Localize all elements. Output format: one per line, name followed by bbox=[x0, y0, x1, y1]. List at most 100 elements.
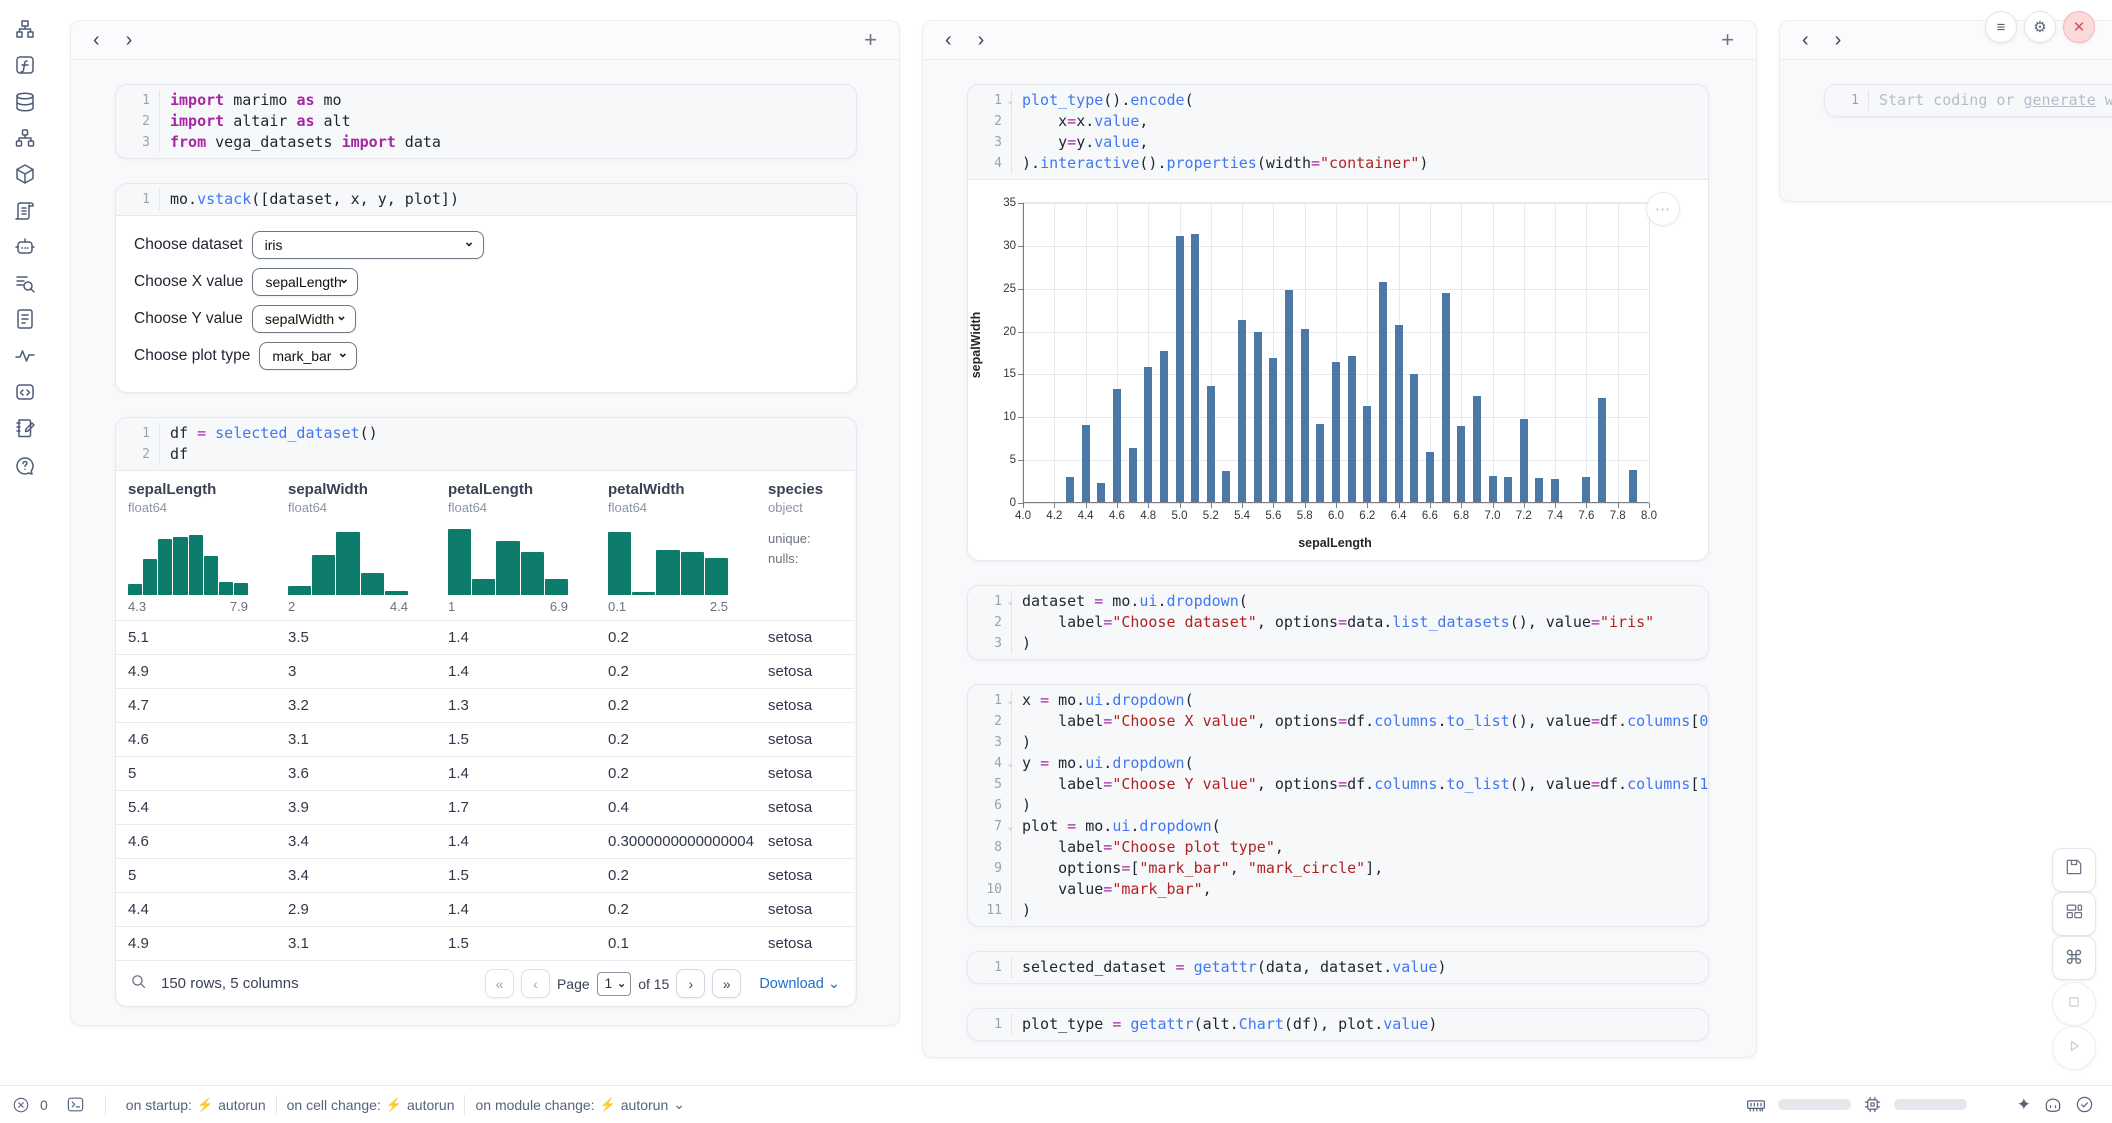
generate-with-ai-link[interactable]: generate bbox=[2024, 91, 2096, 109]
fold-chevron-icon[interactable]: ⌄ bbox=[1008, 817, 1013, 838]
dropdown-select[interactable]: sepalWidth⌄ bbox=[252, 305, 356, 333]
chart-bar[interactable] bbox=[1457, 426, 1465, 503]
chart-bar[interactable] bbox=[1113, 389, 1121, 503]
add-column-button[interactable]: + bbox=[1721, 29, 1734, 51]
table-row[interactable]: 5.13.51.40.2setosa bbox=[116, 620, 854, 654]
chart-bar[interactable] bbox=[1582, 477, 1590, 503]
chart-bar[interactable] bbox=[1410, 374, 1418, 503]
first-page-button[interactable]: « bbox=[485, 969, 514, 998]
sidebar-dependency-graph-icon[interactable] bbox=[12, 125, 38, 151]
chart-bar[interactable] bbox=[1238, 320, 1246, 503]
column-header[interactable]: sepalLengthfloat644.37.9 bbox=[116, 471, 276, 620]
runtime-config-item[interactable]: on module change:⚡autorun⌄ bbox=[475, 1096, 685, 1113]
code-editor-placeholder[interactable]: Start coding or generate with bbox=[1868, 90, 2112, 111]
dropdown-select[interactable]: mark_bar⌄ bbox=[259, 342, 357, 370]
collapse-left-icon[interactable]: ‹ bbox=[93, 30, 100, 50]
chart-plot-area[interactable]: 051015202530354.04.24.44.64.85.05.25.45.… bbox=[1022, 202, 1650, 504]
chart-bar[interactable] bbox=[1066, 477, 1074, 503]
chart-bar[interactable] bbox=[1129, 448, 1137, 503]
table-row[interactable]: 5.43.91.70.4setosa bbox=[116, 790, 854, 824]
sidebar-packages-icon[interactable] bbox=[12, 161, 38, 187]
chart-bar[interactable] bbox=[1222, 471, 1230, 503]
settings-button[interactable]: ⚙ bbox=[2024, 11, 2056, 43]
sidebar-variables-icon[interactable] bbox=[12, 343, 38, 369]
table-row[interactable]: 4.93.11.50.1setosa bbox=[116, 926, 854, 960]
chart-bar[interactable] bbox=[1395, 325, 1403, 503]
search-icon[interactable] bbox=[130, 973, 147, 995]
table-row[interactable]: 4.63.11.50.2setosa bbox=[116, 722, 854, 756]
sidebar-snippets-icon[interactable] bbox=[12, 379, 38, 405]
code-editor[interactable]: 1selected_dataset = getattr(data, datase… bbox=[968, 952, 1708, 983]
sidebar-scratchpad-icon[interactable] bbox=[12, 415, 38, 441]
shutdown-button[interactable]: ✕ bbox=[2063, 11, 2095, 43]
page-select[interactable]: 1⌄ bbox=[597, 972, 632, 996]
sidebar-errors-icon[interactable] bbox=[12, 270, 38, 296]
fold-chevron-icon[interactable]: ⌄ bbox=[1008, 754, 1013, 775]
sidebar-chat-icon[interactable] bbox=[12, 234, 38, 260]
chart-bar[interactable] bbox=[1598, 398, 1606, 503]
code-editor[interactable]: 1⌄plot_type().encode(2 x=x.value,3 y=y.v… bbox=[968, 85, 1708, 179]
save-button[interactable] bbox=[2052, 848, 2096, 892]
chart-bar[interactable] bbox=[1254, 332, 1262, 503]
runtime-config-item[interactable]: on cell change:⚡autorun bbox=[287, 1097, 455, 1113]
chart-bar[interactable] bbox=[1504, 477, 1512, 503]
connection-status-icon[interactable] bbox=[2075, 1095, 2094, 1114]
fold-chevron-icon[interactable]: ⌄ bbox=[1008, 91, 1013, 112]
chart-bar[interactable] bbox=[1426, 452, 1434, 503]
chart-bar[interactable] bbox=[1160, 351, 1168, 503]
fold-chevron-icon[interactable]: ⌄ bbox=[1008, 691, 1013, 712]
chart-bar[interactable] bbox=[1207, 386, 1215, 503]
table-row[interactable]: 4.73.21.30.2setosa bbox=[116, 688, 854, 722]
prev-page-button[interactable]: ‹ bbox=[521, 969, 550, 998]
errors-indicator[interactable] bbox=[12, 1096, 30, 1114]
table-row[interactable]: 4.931.40.2setosa bbox=[116, 654, 854, 688]
stop-button[interactable] bbox=[2052, 982, 2096, 1026]
sidebar-datasources-icon[interactable] bbox=[12, 89, 38, 115]
column-header[interactable]: sepalWidthfloat6424.4 bbox=[276, 471, 436, 620]
chart-bar[interactable] bbox=[1379, 282, 1387, 503]
chart-bar[interactable] bbox=[1285, 290, 1293, 503]
run-button[interactable] bbox=[2052, 1026, 2096, 1070]
layout-button[interactable] bbox=[2052, 892, 2096, 936]
chart-actions-button[interactable]: ⋯ bbox=[1646, 192, 1680, 226]
collapse-left-icon[interactable]: ‹ bbox=[945, 30, 952, 50]
ai-sparkle-icon[interactable]: ✦ bbox=[2017, 1095, 2031, 1115]
chart-bar[interactable] bbox=[1629, 470, 1637, 503]
collapse-left-icon[interactable]: ‹ bbox=[1802, 30, 1809, 50]
sidebar-functions-icon[interactable] bbox=[12, 52, 38, 78]
chart-bar[interactable] bbox=[1489, 476, 1497, 503]
chart-bar[interactable] bbox=[1473, 396, 1481, 503]
code-editor[interactable]: 1mo.vstack([dataset, x, y, plot]) bbox=[116, 184, 856, 215]
table-row[interactable]: 53.41.50.2setosa bbox=[116, 858, 854, 892]
keyboard-shortcuts-button[interactable]: ⌘ bbox=[2052, 936, 2096, 980]
dropdown-select[interactable]: iris⌄ bbox=[252, 231, 484, 259]
table-row[interactable]: 53.61.40.2setosa bbox=[116, 756, 854, 790]
chart-bar[interactable] bbox=[1520, 419, 1528, 503]
code-editor[interactable]: 1plot_type = getattr(alt.Chart(df), plot… bbox=[968, 1009, 1708, 1040]
terminal-icon[interactable] bbox=[66, 1095, 85, 1114]
chart-bar[interactable] bbox=[1191, 234, 1199, 503]
code-editor[interactable]: 1⌄x = mo.ui.dropdown(2 label="Choose X v… bbox=[968, 685, 1708, 926]
notebook-menu-button[interactable]: ≡ bbox=[1985, 11, 2017, 43]
column-header[interactable]: petalLengthfloat6416.9 bbox=[436, 471, 596, 620]
dropdown-select[interactable]: sepalLength⌄ bbox=[252, 268, 358, 296]
chart-bar[interactable] bbox=[1332, 362, 1340, 503]
chart-bar[interactable] bbox=[1442, 293, 1450, 503]
column-header[interactable]: speciesobjectunique:nulls: bbox=[756, 471, 854, 620]
chart-bar[interactable] bbox=[1363, 406, 1371, 503]
expand-right-icon[interactable]: › bbox=[126, 30, 133, 50]
code-editor[interactable]: 1df = selected_dataset()2df bbox=[116, 418, 856, 470]
sidebar-help-icon[interactable] bbox=[12, 452, 38, 478]
code-editor[interactable]: 1⌄dataset = mo.ui.dropdown(2 label="Choo… bbox=[968, 586, 1708, 659]
chart-bar[interactable] bbox=[1144, 367, 1152, 503]
chart-bar[interactable] bbox=[1316, 424, 1324, 503]
chart-bar[interactable] bbox=[1097, 483, 1105, 503]
chart-bar[interactable] bbox=[1269, 358, 1277, 503]
chart-bar[interactable] bbox=[1082, 425, 1090, 503]
chart-bar[interactable] bbox=[1551, 479, 1559, 503]
sidebar-logs-icon[interactable] bbox=[12, 198, 38, 224]
last-page-button[interactable]: » bbox=[712, 969, 741, 998]
fold-chevron-icon[interactable]: ⌄ bbox=[1008, 592, 1013, 613]
chart-bar[interactable] bbox=[1535, 478, 1543, 503]
copilot-icon[interactable] bbox=[2043, 1095, 2063, 1115]
